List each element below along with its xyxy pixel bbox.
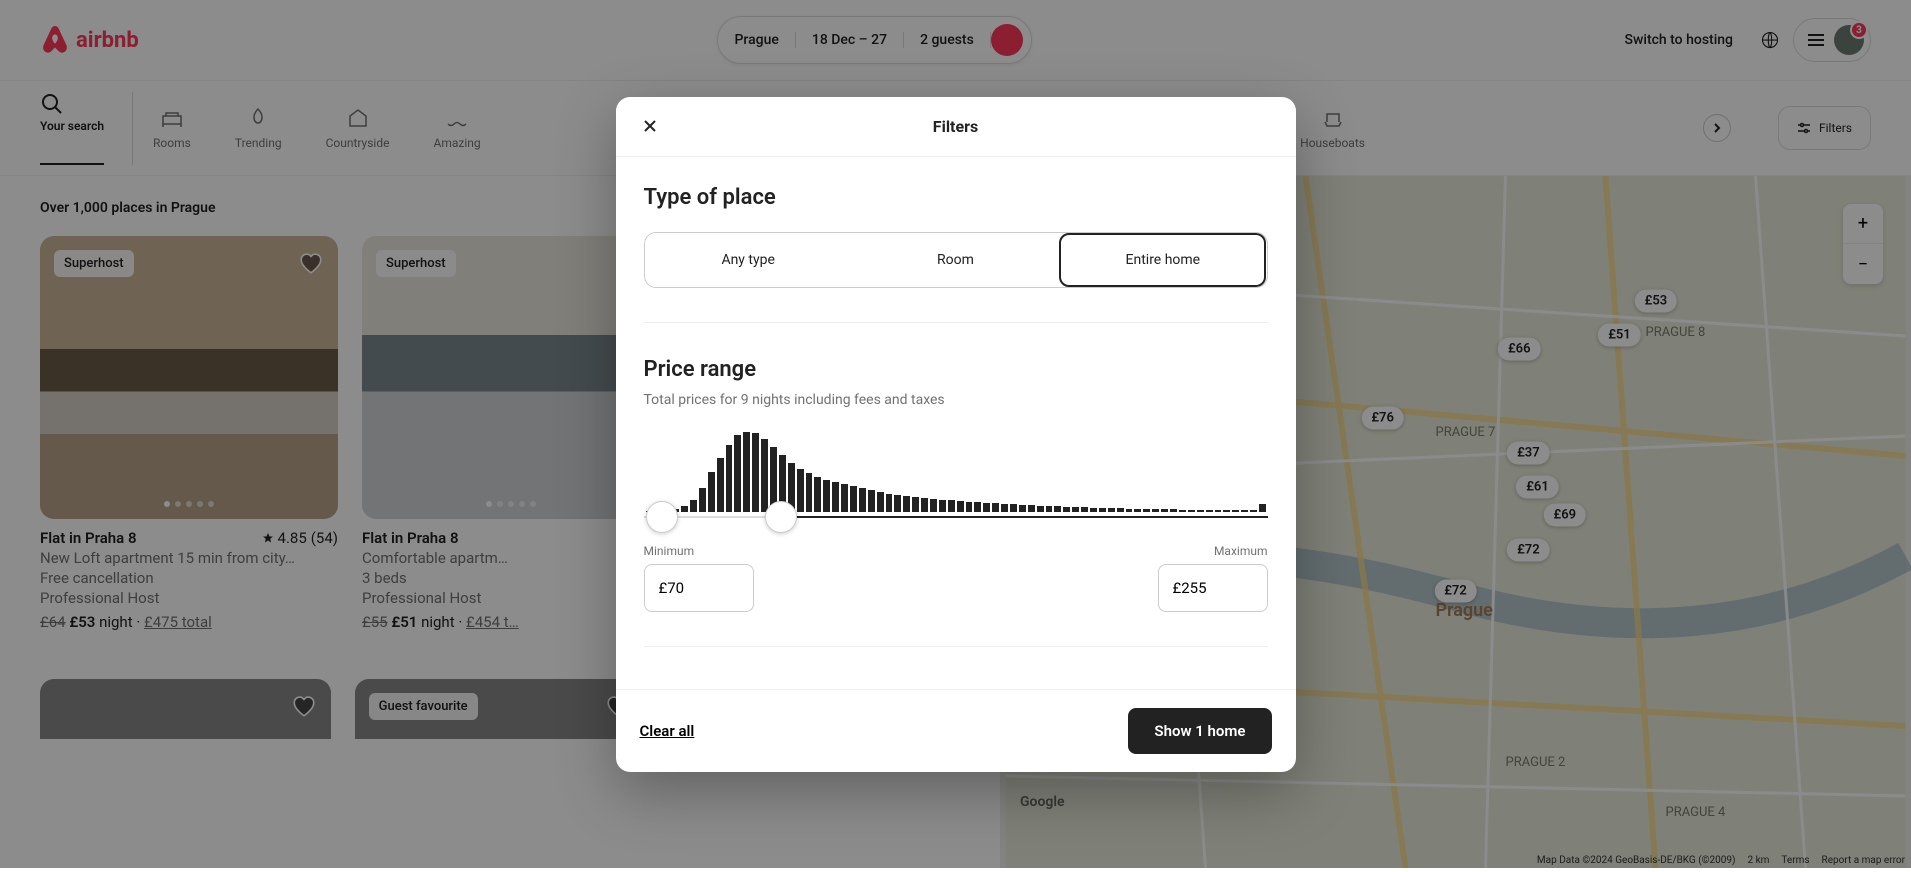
modal-footer: Clear all Show 1 home bbox=[616, 689, 1296, 772]
close-button[interactable] bbox=[636, 112, 664, 140]
section-divider bbox=[644, 322, 1268, 323]
max-input[interactable] bbox=[1158, 564, 1268, 612]
price-slider-fill bbox=[781, 516, 1268, 518]
section-price-title: Price range bbox=[644, 357, 1268, 382]
filters-modal: Filters Type of place Any type Room Enti… bbox=[616, 97, 1296, 772]
price-inputs: Minimum Maximum bbox=[644, 544, 1268, 612]
modal-header: Filters bbox=[616, 97, 1296, 157]
close-icon bbox=[643, 119, 657, 133]
section-type-title: Type of place bbox=[644, 185, 1268, 210]
min-label: Minimum bbox=[644, 544, 754, 558]
price-slider-max-handle[interactable] bbox=[765, 501, 797, 533]
modal-body: Type of place Any type Room Entire home … bbox=[616, 157, 1296, 689]
segment-room[interactable]: Room bbox=[852, 233, 1059, 287]
min-input[interactable] bbox=[644, 564, 754, 612]
price-slider-min-handle[interactable] bbox=[646, 501, 678, 533]
section-divider bbox=[644, 646, 1268, 647]
segment-entire-home[interactable]: Entire home bbox=[1059, 233, 1266, 287]
clear-all-button[interactable]: Clear all bbox=[640, 722, 695, 740]
place-type-segmented: Any type Room Entire home bbox=[644, 232, 1268, 288]
price-histogram bbox=[644, 432, 1268, 512]
price-slider-track[interactable] bbox=[644, 516, 1268, 518]
modal-scrim[interactable]: Filters Type of place Any type Room Enti… bbox=[0, 0, 1911, 868]
max-label: Maximum bbox=[1214, 544, 1268, 558]
show-homes-button[interactable]: Show 1 home bbox=[1128, 708, 1271, 754]
modal-title: Filters bbox=[933, 117, 978, 136]
segment-any-type[interactable]: Any type bbox=[645, 233, 852, 287]
price-subtitle: Total prices for 9 nights including fees… bbox=[644, 392, 1268, 408]
